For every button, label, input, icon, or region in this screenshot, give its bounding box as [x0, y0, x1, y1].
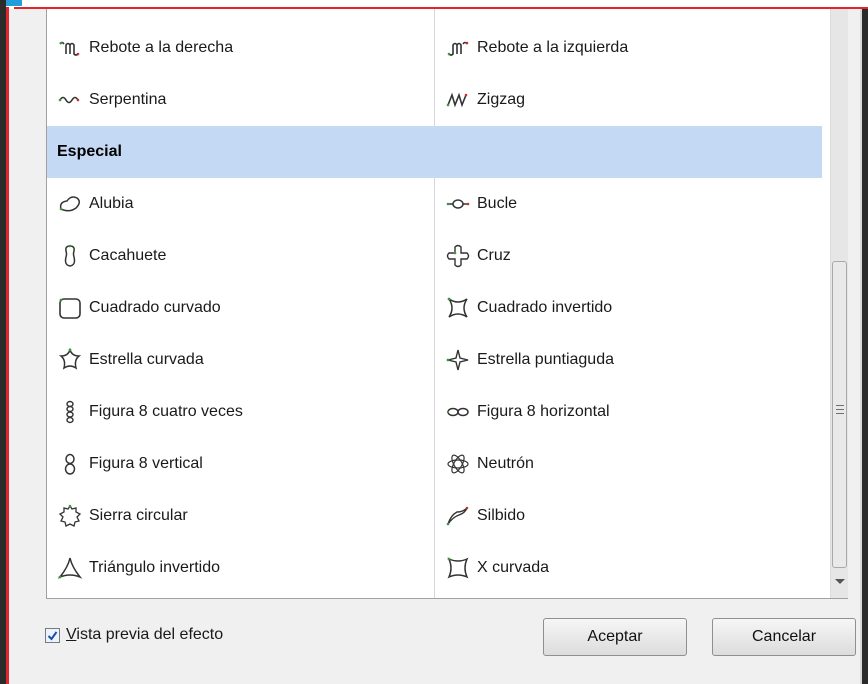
effect-figure-8-four[interactable]: Figura 8 cuatro veces: [57, 386, 427, 438]
preview-effect-checkbox[interactable]: Vista previa del efecto: [45, 626, 223, 644]
effect-label: Triángulo invertido: [89, 559, 221, 576]
scroll-down-arrow-icon[interactable]: [835, 579, 845, 584]
bean-icon: [57, 191, 83, 217]
effect-label: Sierra circular: [89, 507, 188, 524]
effect-whistle[interactable]: Silbido: [445, 490, 825, 542]
effect-label: Alubia: [89, 195, 134, 212]
zigzag-icon: [445, 87, 471, 113]
peanut-icon: [57, 243, 83, 269]
ok-button[interactable]: Aceptar: [543, 618, 687, 656]
section-title: Especial: [57, 143, 122, 160]
effect-pointed-star[interactable]: Estrella puntiaguda: [445, 334, 825, 386]
preview-effect-label: Vista previa del efecto: [66, 626, 223, 644]
effect-label: Zigzag: [477, 91, 526, 108]
accelerator-key: V: [66, 626, 77, 643]
effect-label: Cacahuete: [89, 247, 167, 264]
effect-label: Serpentina: [89, 91, 167, 108]
curved-star-icon: [57, 347, 83, 373]
figure-8-horizontal-icon: [445, 399, 471, 425]
effect-figure-8-horizontal[interactable]: Figura 8 horizontal: [445, 386, 825, 438]
window-right-edge: [860, 9, 868, 684]
whistle-icon: [445, 503, 471, 529]
effects-list[interactable]: Rebote a la derecha Rebote a la izquierd…: [46, 9, 848, 599]
effect-label: Estrella puntiaguda: [477, 351, 614, 368]
effect-label: X curvada: [477, 559, 550, 576]
effects-list-viewport: Rebote a la derecha Rebote a la izquierd…: [47, 9, 831, 598]
effect-inverted-triangle[interactable]: Triángulo invertido: [57, 542, 427, 594]
effect-bounce-right[interactable]: Rebote a la derecha: [57, 22, 427, 74]
effect-curved-x[interactable]: X curvada: [445, 542, 825, 594]
neutron-icon: [445, 451, 471, 477]
effect-label: Silbido: [477, 507, 526, 524]
bounce-right-icon: [57, 35, 83, 61]
effect-neutron[interactable]: Neutrón: [445, 438, 825, 490]
figure-8-vertical-icon: [57, 451, 83, 477]
effect-label: Cuadrado invertido: [477, 299, 613, 316]
effect-cross[interactable]: Cruz: [445, 230, 825, 282]
bounce-left-icon: [445, 35, 471, 61]
effect-label: Estrella curvada: [89, 351, 204, 368]
serpentine-icon: [57, 87, 83, 113]
label-text: ista previa del efecto: [76, 626, 224, 643]
effect-inverted-square[interactable]: Cuadrado invertido: [445, 282, 825, 334]
effect-serpentine[interactable]: Serpentina: [57, 74, 427, 126]
effect-label: Figura 8 horizontal: [477, 403, 610, 420]
list-row: Figura 8 vertical Neutrón: [47, 438, 831, 490]
effect-bounce-left[interactable]: Rebote a la izquierda: [445, 22, 825, 74]
effect-curved-star[interactable]: Estrella curvada: [57, 334, 427, 386]
list-row: Serpentina Zigzag: [47, 74, 831, 126]
list-row: Cacahuete Cruz: [47, 230, 831, 282]
scrollbar-grip-icon: [836, 405, 844, 414]
cross-icon: [445, 243, 471, 269]
curved-square-icon: [57, 295, 83, 321]
effect-label: Cruz: [477, 247, 511, 264]
section-header-special: Especial: [47, 126, 822, 178]
effect-peanut[interactable]: Cacahuete: [57, 230, 427, 282]
curved-x-icon: [445, 555, 471, 581]
effect-label: Neutrón: [477, 455, 534, 472]
effect-label: Figura 8 vertical: [89, 455, 203, 472]
circular-saw-icon: [57, 503, 83, 529]
effect-curved-square[interactable]: Cuadrado curvado: [57, 282, 427, 334]
list-row: Triángulo invertido X curvada: [47, 542, 831, 594]
loop-icon: [445, 191, 471, 217]
list-row: Cuadrado curvado Cuadrado invertido: [47, 282, 831, 334]
pointed-star-icon: [445, 347, 471, 373]
window-top-strip: [0, 0, 868, 9]
checkbox-box[interactable]: [45, 627, 60, 643]
effect-label: Figura 8 cuatro veces: [89, 403, 243, 420]
inverted-square-icon: [445, 295, 471, 321]
effect-loop[interactable]: Bucle: [445, 178, 825, 230]
list-row: Estrella curvada Estrella puntiaguda: [47, 334, 831, 386]
effect-zigzag[interactable]: Zigzag: [445, 74, 825, 126]
list-row: Alubia Bucle: [47, 178, 831, 230]
figure-8-four-icon: [57, 399, 83, 425]
scrollbar-thumb[interactable]: [832, 261, 847, 568]
cancel-button[interactable]: Cancelar: [712, 618, 856, 656]
effect-figure-8-vertical[interactable]: Figura 8 vertical: [57, 438, 427, 490]
effect-label: Rebote a la izquierda: [477, 39, 629, 56]
list-scrollbar[interactable]: [830, 9, 848, 598]
list-row: Rebote a la derecha Rebote a la izquierd…: [47, 22, 831, 74]
list-row: Sierra circular Silbido: [47, 490, 831, 542]
effect-label: Rebote a la derecha: [89, 39, 234, 56]
effect-bean[interactable]: Alubia: [57, 178, 427, 230]
list-row: Figura 8 cuatro veces Figura 8 horizonta…: [47, 386, 831, 438]
effect-label: Cuadrado curvado: [89, 299, 221, 316]
inverted-triangle-icon: [57, 555, 83, 581]
motion-path-dialog: Rebote a la derecha Rebote a la izquierd…: [9, 9, 860, 684]
effect-circular-saw[interactable]: Sierra circular: [57, 490, 427, 542]
effect-label: Bucle: [477, 195, 518, 212]
